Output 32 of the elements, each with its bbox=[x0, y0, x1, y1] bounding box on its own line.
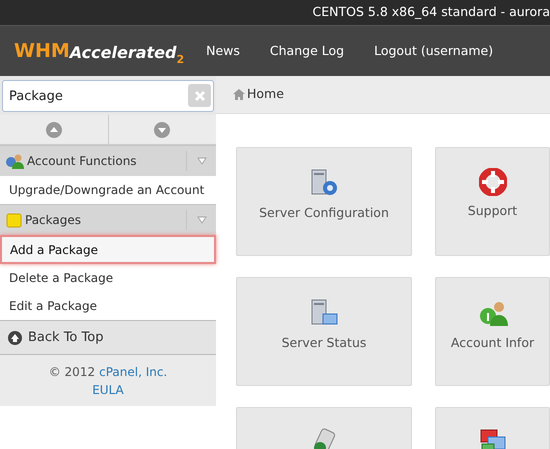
tile-button[interactable]: Support bbox=[435, 147, 550, 256]
arrow-up-icon[interactable] bbox=[8, 330, 22, 344]
section-header[interactable]: Account Functions bbox=[0, 145, 216, 176]
sidebar-item[interactable]: Edit a Package bbox=[0, 292, 216, 320]
copyright-text: © 2012 bbox=[48, 364, 96, 380]
company-link[interactable]: cPanel, Inc. bbox=[99, 362, 168, 380]
folder-icon bbox=[6, 212, 22, 228]
tile-button[interactable]: Account Infor bbox=[435, 277, 550, 386]
server-gear-icon bbox=[309, 168, 339, 198]
eula-link[interactable]: EULA bbox=[92, 380, 124, 398]
nav-link[interactable]: News bbox=[206, 42, 240, 60]
lifebuoy-icon bbox=[478, 168, 506, 196]
arrow-down-icon[interactable] bbox=[154, 122, 170, 138]
sidebar-item[interactable]: Delete a Package bbox=[0, 264, 216, 292]
search-field[interactable]: Package bbox=[2, 80, 214, 112]
section-header[interactable]: Packages bbox=[0, 204, 216, 235]
chevron-down-icon[interactable] bbox=[196, 157, 206, 165]
sidebar-item[interactable]: Add a Package bbox=[0, 235, 216, 264]
users-icon bbox=[6, 153, 24, 169]
nav-link[interactable]: Change Log bbox=[270, 42, 344, 60]
back-to-top-link[interactable]: Back To Top bbox=[0, 320, 216, 355]
home-icon bbox=[233, 89, 245, 100]
tile-button[interactable]: Server Status bbox=[236, 277, 412, 386]
clear-button[interactable] bbox=[188, 84, 211, 107]
tile-button[interactable]: Server Configuration bbox=[236, 147, 412, 256]
close-icon[interactable] bbox=[194, 90, 206, 102]
sidebar-item[interactable]: Upgrade/Downgrade an Account bbox=[0, 176, 216, 204]
server-title: CENTOS 5.8 x86_64 standard - aurora bbox=[312, 3, 550, 22]
breadcrumb-link[interactable]: Home bbox=[247, 85, 284, 104]
windows-icon bbox=[478, 428, 508, 449]
chevron-down-icon[interactable] bbox=[196, 216, 206, 224]
nav-link[interactable]: Logout (username) bbox=[374, 42, 494, 60]
